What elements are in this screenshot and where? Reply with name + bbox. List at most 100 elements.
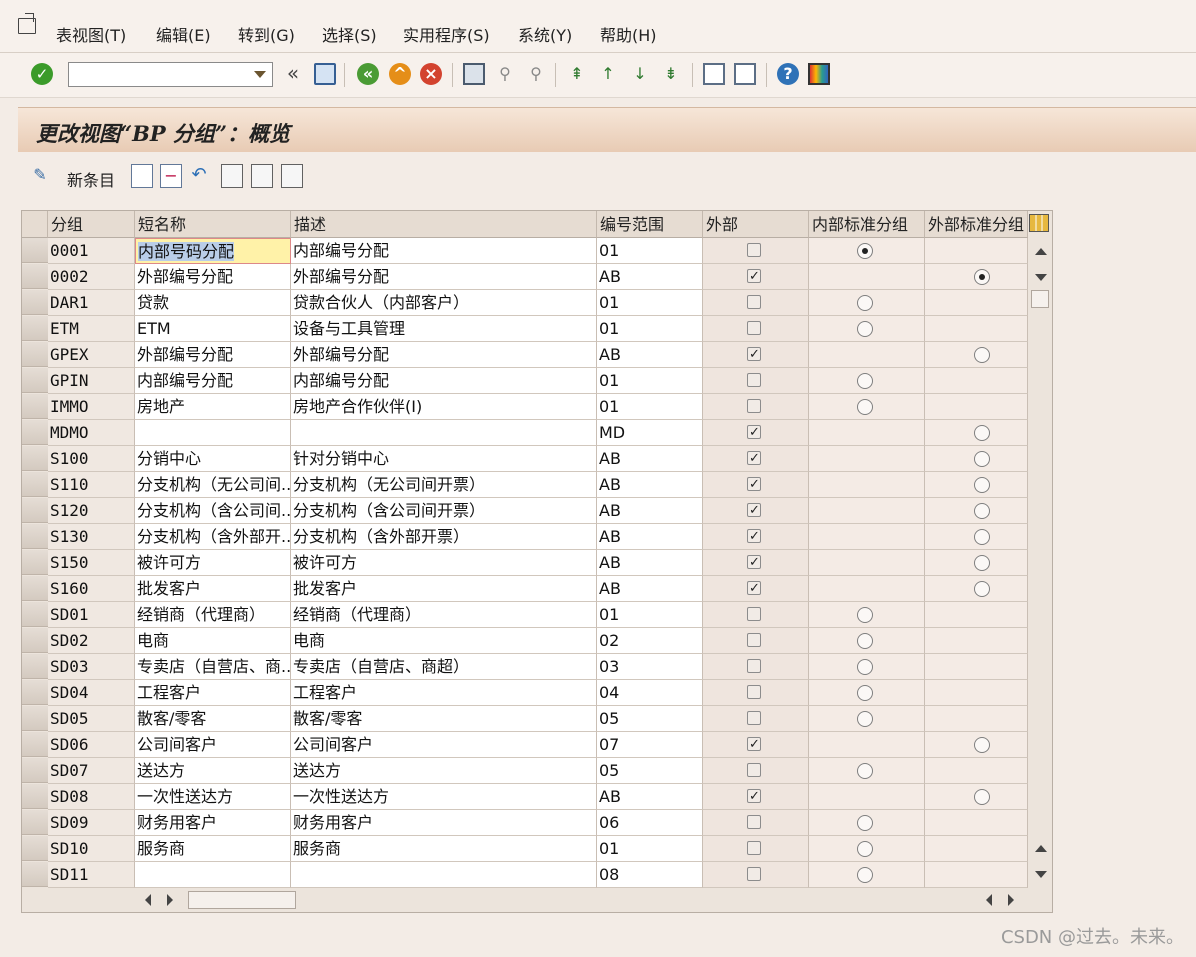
- cell-short-name[interactable]: 外部编号分配: [135, 342, 291, 368]
- deselect-all-icon[interactable]: [281, 164, 303, 188]
- row-selector[interactable]: [22, 342, 48, 367]
- cell-description[interactable]: [291, 862, 597, 888]
- external-checkbox-checked[interactable]: [747, 784, 761, 809]
- external-checkbox[interactable]: [747, 659, 761, 673]
- cell-description[interactable]: 财务用客户: [291, 810, 597, 836]
- external-standard-group-radio[interactable]: [974, 555, 990, 571]
- cell-number-range[interactable]: 06: [597, 810, 703, 836]
- cell-description[interactable]: 针对分销中心: [291, 446, 597, 472]
- row-selector-header[interactable]: [22, 211, 48, 238]
- row-selector[interactable]: [22, 836, 48, 861]
- external-standard-group-radio[interactable]: [974, 451, 990, 467]
- cell-number-range[interactable]: AB: [597, 498, 703, 524]
- row-selector[interactable]: [22, 420, 48, 445]
- row-selector[interactable]: [22, 758, 48, 783]
- cell-number-range[interactable]: 01: [597, 836, 703, 862]
- print-icon[interactable]: [463, 63, 485, 85]
- cell-number-range[interactable]: AB: [597, 264, 703, 290]
- external-checkbox-checked[interactable]: [747, 264, 761, 289]
- column-external-header[interactable]: 外部: [703, 211, 809, 238]
- cell-short-name[interactable]: 被许可方: [135, 550, 291, 576]
- select-all-icon[interactable]: [221, 164, 243, 188]
- external-checkbox-checked[interactable]: [747, 420, 761, 445]
- help-icon[interactable]: ?: [777, 63, 799, 85]
- external-checkbox-checked[interactable]: [747, 342, 761, 367]
- cell-description[interactable]: 专卖店（自营店、商超）: [291, 654, 597, 680]
- cell-short-name[interactable]: 工程客户: [135, 680, 291, 706]
- horizontal-scrollbar[interactable]: [136, 888, 1048, 912]
- external-checkbox-checked[interactable]: [747, 498, 761, 523]
- row-selector[interactable]: [22, 368, 48, 393]
- internal-standard-group-radio[interactable]: [857, 321, 873, 337]
- new-entry-icon[interactable]: ✎: [30, 164, 50, 186]
- cell-description[interactable]: 公司间客户: [291, 732, 597, 758]
- cell-number-range[interactable]: AB: [597, 342, 703, 368]
- cell-description[interactable]: 内部编号分配: [291, 238, 597, 264]
- scroll-left-icon[interactable]: [145, 894, 151, 906]
- menu-system[interactable]: 系统(Y): [518, 22, 572, 46]
- cell-short-name[interactable]: [135, 862, 291, 888]
- cell-short-name[interactable]: 外部编号分配: [135, 264, 291, 290]
- external-checkbox[interactable]: [747, 841, 761, 855]
- external-checkbox[interactable]: [747, 633, 761, 647]
- external-checkbox-checked[interactable]: [747, 576, 761, 601]
- scroll-right-icon[interactable]: [167, 894, 173, 906]
- cell-number-range[interactable]: AB: [597, 524, 703, 550]
- internal-standard-group-radio[interactable]: [857, 373, 873, 389]
- find-icon[interactable]: ⚲: [494, 63, 516, 85]
- copy-as-icon[interactable]: [131, 164, 153, 188]
- external-standard-group-radio[interactable]: [974, 477, 990, 493]
- cell-number-range[interactable]: 05: [597, 758, 703, 784]
- menu-edit[interactable]: 编辑(E): [156, 22, 211, 46]
- scroll-page-up-icon[interactable]: [1035, 845, 1047, 852]
- save-icon[interactable]: [314, 63, 336, 85]
- command-dropdown-icon[interactable]: [254, 71, 266, 78]
- row-selector[interactable]: [22, 316, 48, 341]
- cell-number-range[interactable]: 08: [597, 862, 703, 888]
- internal-standard-group-radio[interactable]: [857, 815, 873, 831]
- external-checkbox[interactable]: [747, 373, 761, 387]
- external-standard-group-radio[interactable]: [974, 269, 990, 285]
- cell-short-name[interactable]: 内部编号分配: [135, 368, 291, 394]
- cell-number-range[interactable]: AB: [597, 472, 703, 498]
- row-selector[interactable]: [22, 602, 48, 627]
- cell-number-range[interactable]: 02: [597, 628, 703, 654]
- cell-short-name[interactable]: 财务用客户: [135, 810, 291, 836]
- external-standard-group-radio[interactable]: [974, 503, 990, 519]
- row-selector[interactable]: [22, 524, 48, 549]
- external-checkbox-checked[interactable]: [747, 446, 761, 471]
- external-standard-group-radio[interactable]: [974, 425, 990, 441]
- command-field[interactable]: [68, 62, 273, 87]
- row-selector[interactable]: [22, 628, 48, 653]
- external-checkbox[interactable]: [747, 763, 761, 777]
- cell-description[interactable]: 送达方: [291, 758, 597, 784]
- cell-short-name[interactable]: [135, 420, 291, 446]
- row-selector[interactable]: [22, 732, 48, 757]
- cell-number-range[interactable]: MD: [597, 420, 703, 446]
- row-selector[interactable]: [22, 576, 48, 601]
- exit-icon[interactable]: ^: [389, 63, 411, 85]
- scroll-up-icon[interactable]: [1035, 248, 1047, 255]
- cell-number-range[interactable]: 01: [597, 602, 703, 628]
- external-checkbox[interactable]: [747, 321, 761, 335]
- cell-description[interactable]: 电商: [291, 628, 597, 654]
- row-selector[interactable]: [22, 862, 48, 887]
- cell-description[interactable]: 贷款合伙人（内部客户）: [291, 290, 597, 316]
- enter-check-icon[interactable]: ✓: [31, 63, 53, 85]
- shortcut-icon[interactable]: [734, 63, 756, 85]
- cell-number-range[interactable]: AB: [597, 550, 703, 576]
- row-selector[interactable]: [22, 290, 48, 315]
- horizontal-scroll-thumb[interactable]: [188, 891, 296, 909]
- cell-description[interactable]: 分支机构（无公司间开票）: [291, 472, 597, 498]
- cell-short-name[interactable]: 分支机构（含公司间...: [135, 498, 291, 524]
- find-next-icon[interactable]: ⚲: [525, 63, 547, 85]
- row-selector[interactable]: [22, 784, 48, 809]
- external-checkbox[interactable]: [747, 243, 761, 257]
- menu-goto[interactable]: 转到(G): [238, 22, 295, 46]
- cell-number-range[interactable]: 01: [597, 394, 703, 420]
- menu-table-view[interactable]: 表视图(T): [56, 22, 126, 46]
- internal-standard-group-radio[interactable]: [857, 841, 873, 857]
- cell-number-range[interactable]: 01: [597, 316, 703, 342]
- external-checkbox-checked[interactable]: [747, 472, 761, 497]
- external-standard-group-radio[interactable]: [974, 789, 990, 805]
